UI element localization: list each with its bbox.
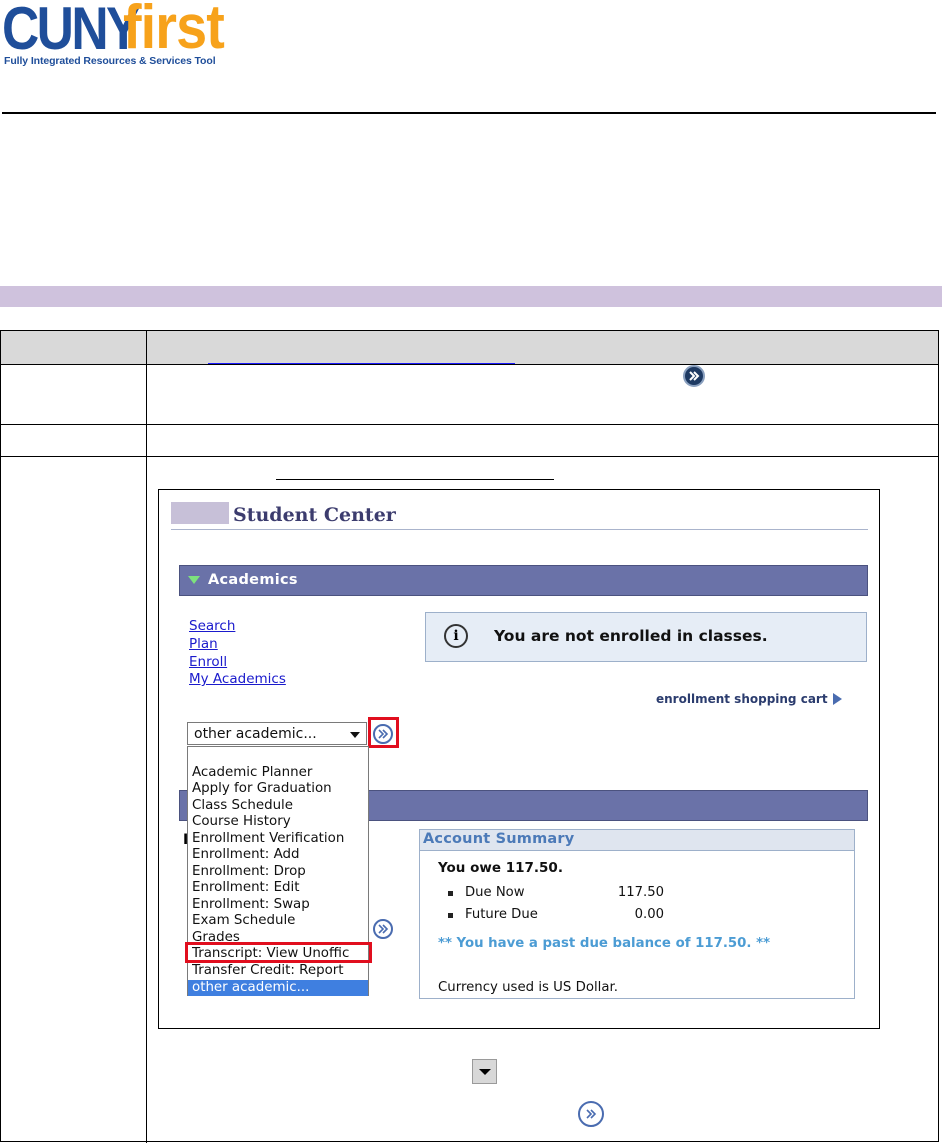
finances-go-button[interactable] xyxy=(373,919,393,939)
other-academic-select[interactable]: other academic... xyxy=(187,722,367,745)
my-academics-link[interactable]: My Academics xyxy=(189,671,286,687)
account-summary-title: Account Summary xyxy=(423,831,575,847)
cunyfirst-logo: CUNY first Fully Integrated Resources & … xyxy=(2,0,242,70)
bullet xyxy=(448,913,453,918)
enrollment-notice: i You are not enrolled in classes. xyxy=(425,612,867,662)
academics-label: Academics xyxy=(208,572,298,588)
link-underline[interactable] xyxy=(208,363,515,364)
triangle-right-icon[interactable] xyxy=(833,693,842,705)
dropdown-option[interactable]: Enrollment: Edit xyxy=(192,880,368,895)
header-rule xyxy=(2,112,936,114)
logo-tagline: Fully Integrated Resources & Services To… xyxy=(4,55,216,67)
dropdown-option[interactable]: Enrollment: Swap xyxy=(192,897,368,912)
table-header-row xyxy=(1,331,938,365)
title-rule xyxy=(171,529,868,530)
due-now-label: Due Now xyxy=(465,885,525,900)
student-center-screenshot: Student Center Academics Search Plan Enr… xyxy=(158,489,880,1029)
dropdown-option-selected[interactable]: other academic... xyxy=(188,980,368,996)
expand-triangle-icon xyxy=(188,576,200,584)
select-value: other academic... xyxy=(194,726,317,742)
due-now-amount: 117.50 xyxy=(617,885,664,900)
info-icon: i xyxy=(444,624,468,648)
logo-first-text: first xyxy=(123,0,225,62)
currency-note: Currency used is US Dollar. xyxy=(438,980,618,995)
enroll-link[interactable]: Enroll xyxy=(189,654,227,670)
chevron-down-icon[interactable] xyxy=(350,732,360,738)
page-title: Student Center xyxy=(233,504,396,526)
title-accent-box xyxy=(171,502,229,524)
column-divider xyxy=(146,331,147,1143)
link-underline[interactable] xyxy=(276,479,554,480)
account-summary-panel: Account Summary You owe 117.50. Due Now … xyxy=(419,829,855,999)
dropdown-option[interactable]: Transfer Credit: Report xyxy=(192,963,368,978)
account-summary-header: Account Summary xyxy=(420,830,854,851)
highlight-transcript-option xyxy=(185,942,372,963)
row-divider xyxy=(1,456,938,457)
double-chevron-right-icon xyxy=(378,924,389,934)
dropdown-option[interactable]: Apply for Graduation xyxy=(192,781,368,796)
dropdown-option[interactable]: Enrollment Verification xyxy=(192,831,368,846)
future-due-amount: 0.00 xyxy=(634,907,664,922)
down-arrow-icon xyxy=(472,1059,497,1084)
row-divider xyxy=(1,424,938,425)
past-due-warning: ** You have a past due balance of 117.50… xyxy=(438,936,771,951)
dropdown-option[interactable]: Enrollment: Drop xyxy=(192,864,368,879)
future-due-label: Future Due xyxy=(465,907,538,922)
you-owe-text: You owe 117.50. xyxy=(438,860,563,876)
dropdown-option[interactable]: Exam Schedule xyxy=(192,913,368,928)
dropdown-option[interactable]: Academic Planner xyxy=(192,765,368,780)
dropdown-option[interactable]: Course History xyxy=(192,814,368,829)
double-chevron-right-icon xyxy=(683,365,705,387)
logo-cuny-text: CUNY xyxy=(2,0,140,62)
bullet xyxy=(448,891,453,896)
search-link[interactable]: Search xyxy=(189,618,235,634)
enrollment-shopping-cart-link[interactable]: enrollment shopping cart xyxy=(656,692,828,706)
academics-section-header[interactable]: Academics xyxy=(179,565,868,596)
selected-option-label: other academic... xyxy=(192,980,310,995)
plan-link[interactable]: Plan xyxy=(189,636,218,652)
highlight-go-button xyxy=(368,717,399,748)
dropdown-option[interactable]: Class Schedule xyxy=(192,798,368,813)
down-arrow-glyph xyxy=(479,1069,491,1075)
double-chevron-right-icon xyxy=(578,1101,604,1127)
notice-text: You are not enrolled in classes. xyxy=(494,627,768,645)
dropdown-option[interactable]: Enrollment: Add xyxy=(192,847,368,862)
section-band xyxy=(0,286,942,307)
